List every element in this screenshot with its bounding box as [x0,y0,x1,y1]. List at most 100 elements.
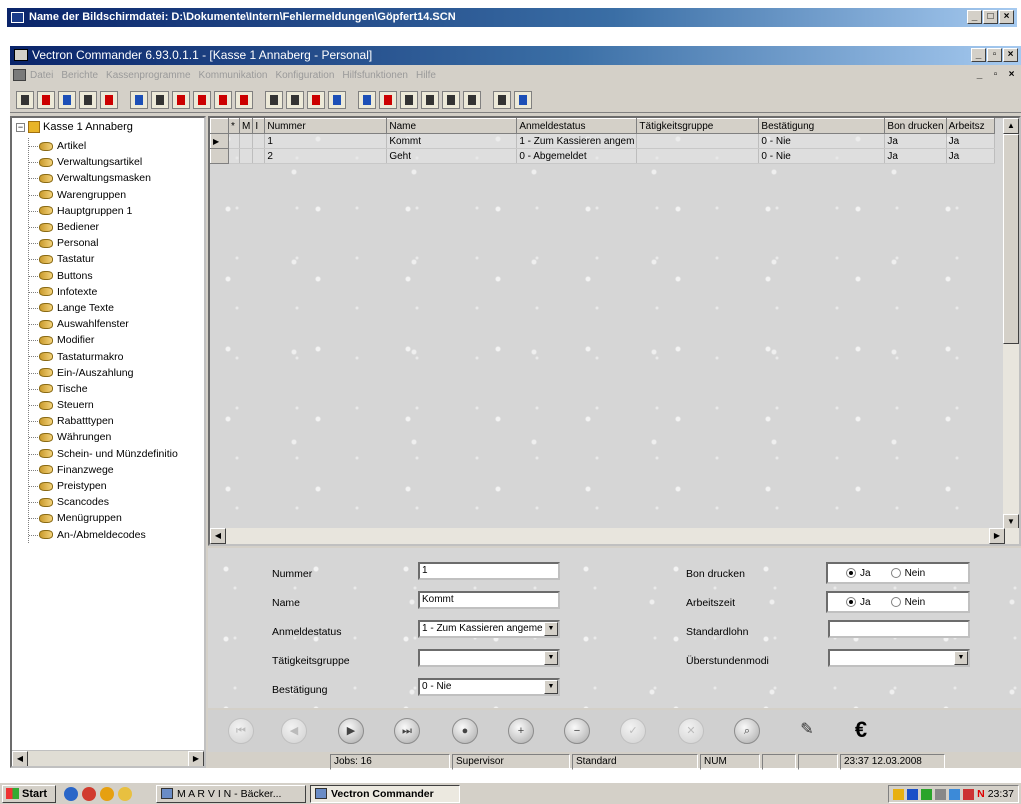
tree-item[interactable]: Auswahlfenster [29,316,178,332]
menu-berichte[interactable]: Berichte [61,70,98,81]
task-marvin[interactable]: M A R V I N - Bäcker... [156,784,306,803]
arbeitszeit-ja[interactable]: Ja [846,597,871,608]
cell-bestaetigung[interactable]: 0 - Nie [758,148,886,164]
scroll-right-icon[interactable]: ▶ [188,751,204,766]
scroll-right-icon[interactable]: ▶ [989,528,1005,544]
table-row[interactable]: 2 Geht 0 - Abgemeldet 0 - Nie Ja Ja [210,148,995,164]
table-row[interactable]: ▶ 1 Kommt 1 - Zum Kassieren angem 0 - Ni… [210,133,995,149]
toolbar-button-8[interactable] [172,90,190,109]
tree-item[interactable]: Buttons [29,268,178,284]
arbeitszeit-nein[interactable]: Nein [890,597,925,608]
tree-item[interactable]: Lange Texte [29,300,178,316]
tree-horizontal-scrollbar[interactable]: ◀ ▶ [12,750,204,766]
confirm-icon[interactable]: ✓ [620,718,646,744]
scroll-up-icon[interactable]: ▲ [1003,118,1019,134]
tree-item[interactable]: Tastatur [29,251,178,267]
row-indicator[interactable]: ▶ [210,133,229,149]
cell-taetigkeitsgruppe[interactable] [636,133,760,149]
chevron-down-icon[interactable]: ▼ [954,651,968,665]
scroll-left-icon[interactable]: ◀ [210,528,226,544]
tree-item[interactable]: Infotexte [29,284,178,300]
toolbar-button-2[interactable] [37,90,55,109]
toolbar-button-5[interactable] [100,90,118,109]
tree-item[interactable]: Artikel [29,138,178,154]
record-icon[interactable]: ● [452,718,478,744]
toolbar-button-16[interactable] [358,90,376,109]
toolbar-button-12[interactable] [265,90,283,109]
app-close-button[interactable]: × [1003,48,1018,62]
toolbar-button-7[interactable] [151,90,169,109]
grid-horizontal-scrollbar[interactable]: ◀ ▶ [210,528,1019,544]
tree-item[interactable]: Verwaltungsmasken [29,170,178,186]
app-maximize-button[interactable]: ▫ [987,48,1002,62]
toolbar-button-14[interactable] [307,90,325,109]
cell-arbeitszeit[interactable]: Ja [946,148,995,164]
app-minimize-button[interactable]: _ [971,48,986,62]
media-icon[interactable] [100,786,114,801]
tree-root[interactable]: − Kasse 1 Annaberg [16,121,133,133]
tree-item[interactable]: Ein-/Auszahlung [29,365,178,381]
toolbar-button-6[interactable] [130,90,148,109]
nummer-field[interactable]: 1 [418,562,560,580]
toolbar-button-19[interactable] [421,90,439,109]
antivirus-icon[interactable]: N [977,788,985,800]
desktop-icon[interactable] [64,786,78,801]
info-icon[interactable] [493,90,511,109]
cell-anmeldestatus[interactable]: 1 - Zum Kassieren angem [516,133,638,149]
standardlohn-field[interactable] [828,620,970,638]
taetigkeitsgruppe-select[interactable]: ▼ [418,649,560,667]
tree-item[interactable]: Schein- und Münzdefinitio [29,446,178,462]
cell-taetigkeitsgruppe[interactable] [636,148,760,164]
ueberstundenmodi-select[interactable]: ▼ [828,649,970,667]
tree-item[interactable]: Verwaltungsartikel [29,154,178,170]
next-record-icon[interactable]: ▶ [338,718,364,744]
column-bon-drucken[interactable]: Bon drucken [884,118,947,134]
start-button[interactable]: Start [2,784,56,803]
monitor-icon[interactable] [949,788,961,800]
last-record-icon[interactable]: ⏭ [394,718,420,744]
bon-drucken-ja[interactable]: Ja [846,568,871,579]
toolbar-button-21[interactable] [463,90,481,109]
scroll-left-icon[interactable]: ◀ [12,751,28,766]
menu-kommunikation[interactable]: Kommunikation [199,70,268,81]
column-m[interactable]: M [238,118,254,134]
cell-arbeitszeit[interactable]: Ja [946,133,995,149]
minimize-button[interactable]: _ [967,10,982,24]
toolbar-button-15[interactable] [328,90,346,109]
tree-item[interactable]: Hauptgruppen 1 [29,203,178,219]
tree-item[interactable]: Steuern [29,397,178,413]
toolbar-button-3[interactable] [58,90,76,109]
row-indicator[interactable] [210,148,229,164]
doc-minimize-button[interactable]: _ [972,68,987,82]
cell-nummer[interactable]: 1 [264,133,388,149]
toolbar-button-10[interactable] [214,90,232,109]
tree-item[interactable]: Personal [29,235,178,251]
name-field[interactable]: Kommt [418,591,560,609]
remove-icon[interactable]: − [564,718,590,744]
euro-icon[interactable]: € [848,718,874,744]
column-nummer[interactable]: Nummer [264,118,388,134]
menu-hilfsfunktionen[interactable]: Hilfsfunktionen [342,70,408,81]
tree-item[interactable]: Tische [29,381,178,397]
volume-icon[interactable] [935,788,947,800]
menu-datei[interactable]: Datei [30,70,53,81]
grid-vertical-scrollbar[interactable]: ▲ ▼ [1003,118,1019,530]
tree-item[interactable]: Scancodes [29,494,178,510]
column-taetigkeitsgruppe[interactable]: Tätigkeitsgruppe [636,118,760,134]
toolbar-button-1[interactable] [16,90,34,109]
first-record-icon[interactable]: ⏮ [228,718,254,744]
search-icon[interactable]: ⌕ [734,718,760,744]
doc-restore-button[interactable]: ▫ [988,68,1003,82]
column-bestaetigung[interactable]: Bestätigung [758,118,886,134]
chevron-down-icon[interactable]: ▼ [544,622,558,636]
cell-anmeldestatus[interactable]: 0 - Abgemeldet [516,148,638,164]
toolbar-button-18[interactable] [400,90,418,109]
status-icon[interactable] [921,788,933,800]
task-vectron-commander[interactable]: Vectron Commander [310,784,460,803]
collapse-icon[interactable]: − [16,122,25,132]
scroll-thumb[interactable] [1003,134,1019,344]
tree-item[interactable]: Warengruppen [29,187,178,203]
toolbar-button-9[interactable] [193,90,211,109]
tree-item[interactable]: Modifier [29,332,178,348]
toolbar-button-13[interactable] [286,90,304,109]
